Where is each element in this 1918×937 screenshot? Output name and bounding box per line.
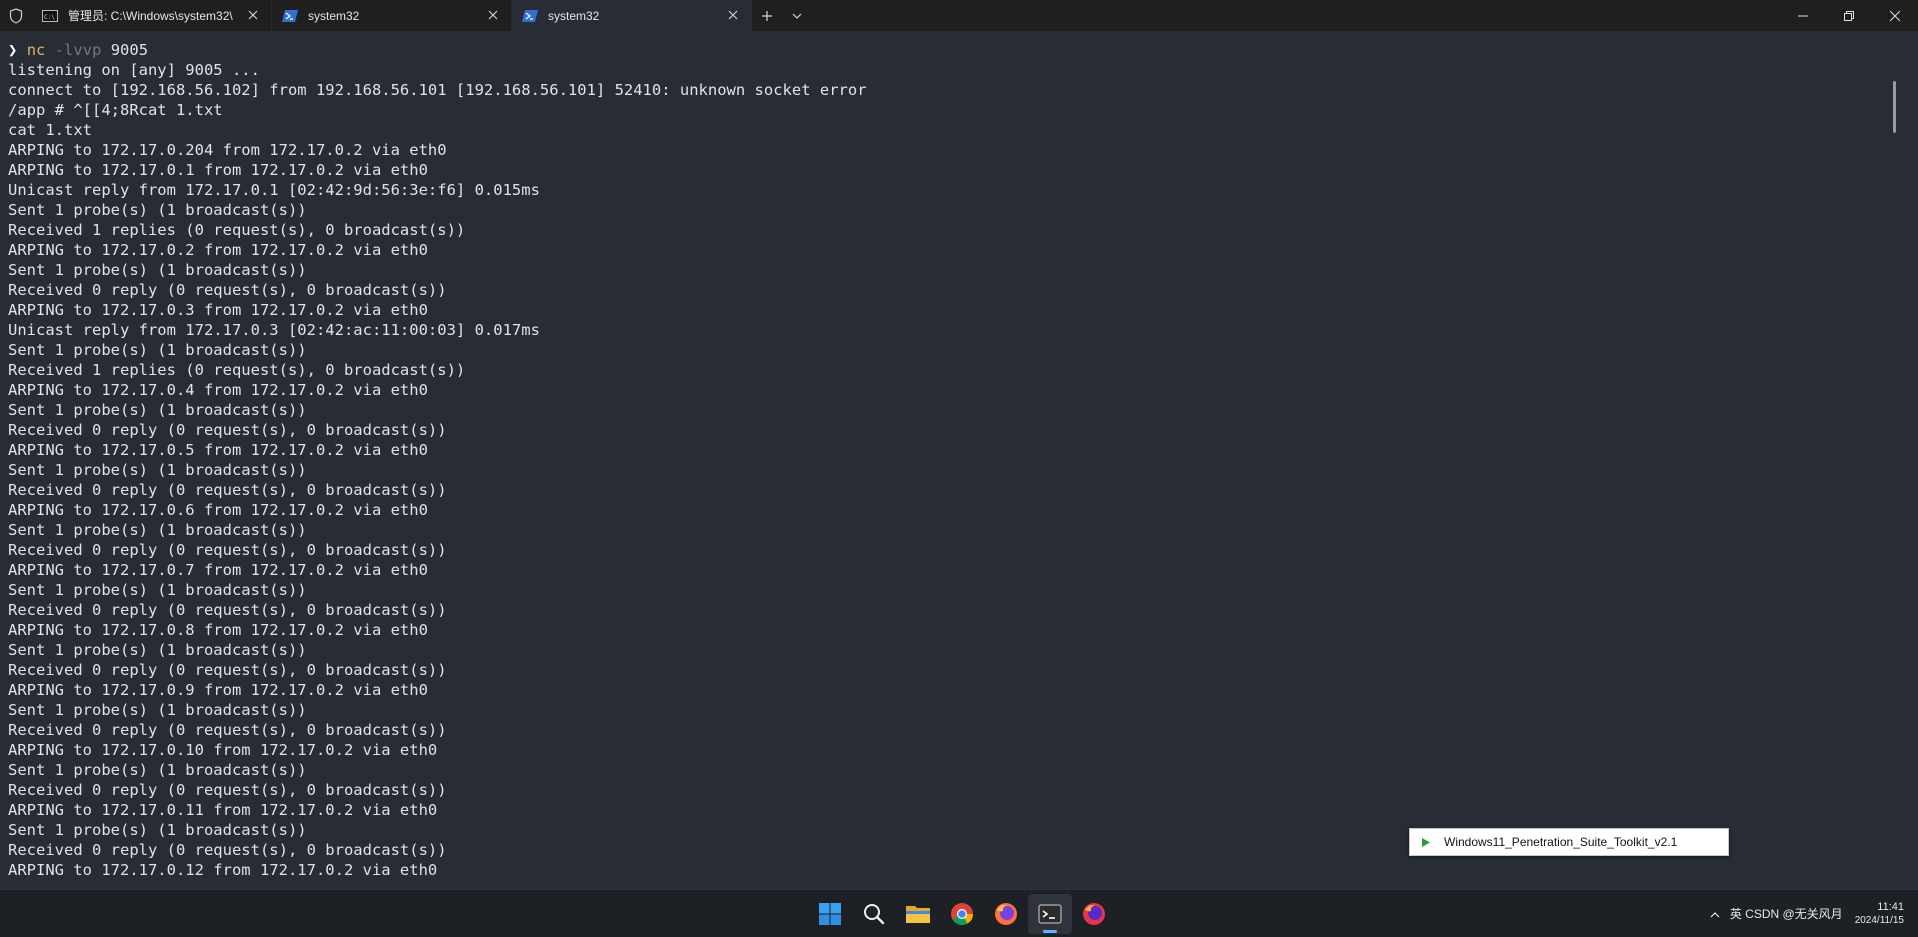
chevron-up-icon[interactable]	[1710, 907, 1720, 921]
terminal-line: Unicast reply from 172.17.0.1 [02:42:9d:…	[8, 181, 540, 199]
firefox-icon[interactable]	[984, 894, 1028, 934]
play-icon	[1422, 837, 1434, 847]
tab-label: system32	[308, 8, 360, 23]
search-icon[interactable]	[852, 894, 896, 934]
terminal-line: ARPING to 172.17.0.12 from 172.17.0.2 vi…	[8, 861, 438, 879]
restore-icon	[1844, 10, 1854, 21]
terminal-line: Received 1 replies (0 request(s), 0 broa…	[8, 361, 466, 379]
close-tab-icon[interactable]	[485, 7, 501, 23]
tab-powershell-1[interactable]: system32	[272, 0, 512, 31]
command-flags: -lvvp	[54, 41, 102, 59]
powershell-icon	[282, 9, 298, 22]
restore-button[interactable]	[1826, 0, 1872, 31]
terminal-line: Sent 1 probe(s) (1 broadcast(s))	[8, 761, 307, 779]
clock-date: 2024/11/15	[1854, 914, 1904, 926]
cmd-icon: C:\	[42, 9, 58, 22]
clock[interactable]: 11:41 2024/11/15	[1855, 901, 1904, 927]
terminal-line: Received 0 reply (0 request(s), 0 broadc…	[8, 421, 447, 439]
chrome-icon[interactable]	[940, 894, 984, 934]
tab-label: 管理员: C:\Windows\system32\	[68, 9, 233, 23]
file-explorer-icon[interactable]	[896, 894, 940, 934]
terminal-line: cat 1.txt	[8, 121, 92, 139]
terminal-line: Sent 1 probe(s) (1 broadcast(s))	[8, 261, 307, 279]
terminal-line: Received 0 reply (0 request(s), 0 broadc…	[8, 481, 447, 499]
command-port: 9005	[110, 41, 149, 59]
tray-text: 英 CSDN @无关风月	[1729, 907, 1843, 921]
window-controls	[1780, 0, 1918, 31]
prompt-line: ❯ nc -lvvp 9005	[8, 40, 1900, 60]
command-name: nc	[26, 41, 46, 59]
terminal-line: connect to [192.168.56.102] from 192.168…	[8, 81, 867, 99]
terminal-line: Sent 1 probe(s) (1 broadcast(s))	[8, 641, 307, 659]
title-bar: C:\ 管理员: C:\Windows\system32\ system32 s…	[0, 0, 1918, 31]
terminal-line: ARPING to 172.17.0.3 from 172.17.0.2 via…	[8, 301, 428, 319]
terminal-line: Received 0 reply (0 request(s), 0 broadc…	[8, 781, 447, 799]
tab-powershell-2[interactable]: system32	[512, 0, 752, 31]
scrollbar-thumb[interactable]	[1893, 81, 1896, 133]
terminal-line: ARPING to 172.17.0.11 from 172.17.0.2 vi…	[8, 801, 438, 819]
tab-label: system32	[548, 8, 600, 23]
terminal-line: listening on [any] 9005 ...	[8, 61, 260, 79]
terminal-line: Sent 1 probe(s) (1 broadcast(s))	[8, 581, 307, 599]
terminal-line: Received 0 reply (0 request(s), 0 broadc…	[8, 541, 447, 559]
terminal-icon[interactable]	[1028, 893, 1072, 934]
terminal-line: ARPING to 172.17.0.204 from 172.17.0.2 v…	[8, 141, 447, 159]
terminal-line: Sent 1 probe(s) (1 broadcast(s))	[8, 701, 307, 719]
terminal-line: ARPING to 172.17.0.9 from 172.17.0.2 via…	[8, 681, 428, 699]
terminal-line: ARPING to 172.17.0.10 from 172.17.0.2 vi…	[8, 741, 438, 759]
terminal-line: Received 0 reply (0 request(s), 0 broadc…	[8, 601, 447, 619]
chevron-down-icon	[792, 13, 802, 19]
terminal-line: /app # ^[[4;8Rcat 1.txt	[8, 101, 223, 119]
clock-time: 11:41	[1877, 900, 1904, 913]
prompt-symbol: ❯	[8, 41, 18, 59]
taskbar: 英 CSDN @无关风月 11:41 2024/11/15	[0, 889, 1918, 937]
terminal-line: Sent 1 probe(s) (1 broadcast(s))	[8, 401, 307, 419]
new-tab-button[interactable]	[752, 0, 782, 31]
terminal-line: Sent 1 probe(s) (1 broadcast(s))	[8, 521, 307, 539]
close-icon	[1890, 10, 1900, 21]
terminal-lines: listening on [any] 9005 ... connect to [1…	[8, 60, 1900, 880]
terminal-line: Received 1 replies (0 request(s), 0 broa…	[8, 221, 466, 239]
shield-icon	[0, 0, 32, 31]
terminal-line: ARPING to 172.17.0.8 from 172.17.0.2 via…	[8, 621, 428, 639]
terminal-line: Unicast reply from 172.17.0.3 [02:42:ac:…	[8, 321, 540, 339]
tab-dropdown-button[interactable]	[782, 0, 812, 31]
terminal-line: Received 0 reply (0 request(s), 0 broadc…	[8, 661, 447, 679]
close-tab-icon[interactable]	[245, 7, 261, 23]
system-tray: 英 CSDN @无关风月 11:41 2024/11/15	[1710, 890, 1918, 937]
terminal-line: Sent 1 probe(s) (1 broadcast(s))	[8, 461, 307, 479]
terminal-line: Sent 1 probe(s) (1 broadcast(s))	[8, 341, 307, 359]
plus-icon	[762, 10, 772, 21]
minimize-icon	[1798, 15, 1808, 16]
terminal-line: ARPING to 172.17.0.4 from 172.17.0.2 via…	[8, 381, 428, 399]
terminal-line: ARPING to 172.17.0.5 from 172.17.0.2 via…	[8, 441, 428, 459]
close-window-button[interactable]	[1872, 0, 1918, 31]
terminal-output[interactable]: ❯ nc -lvvp 9005 listening on [any] 9005 …	[0, 31, 1900, 889]
powershell-icon	[522, 9, 538, 22]
toolkit-popup[interactable]: Windows11_Penetration_Suite_Toolkit_v2.1	[1409, 828, 1729, 856]
tab-cmd-admin[interactable]: C:\ 管理员: C:\Windows\system32\	[32, 0, 272, 31]
minimize-button[interactable]	[1780, 0, 1826, 31]
firefox-dev-icon[interactable]	[1072, 894, 1116, 934]
svg-text:C:\: C:\	[44, 14, 55, 21]
windows-start-icon[interactable]	[808, 894, 852, 934]
terminal-line: ARPING to 172.17.0.1 from 172.17.0.2 via…	[8, 161, 428, 179]
terminal-line: ARPING to 172.17.0.2 from 172.17.0.2 via…	[8, 241, 428, 259]
terminal-line: ARPING to 172.17.0.6 from 172.17.0.2 via…	[8, 501, 428, 519]
terminal-line: Received 0 reply (0 request(s), 0 broadc…	[8, 281, 447, 299]
taskbar-apps	[808, 890, 1116, 937]
close-tab-icon[interactable]	[725, 7, 741, 23]
terminal-line: Sent 1 probe(s) (1 broadcast(s))	[8, 201, 307, 219]
popup-label: Windows11_Penetration_Suite_Toolkit_v2.1	[1444, 835, 1678, 849]
terminal-line: Received 0 reply (0 request(s), 0 broadc…	[8, 721, 447, 739]
terminal-line: ARPING to 172.17.0.7 from 172.17.0.2 via…	[8, 561, 428, 579]
